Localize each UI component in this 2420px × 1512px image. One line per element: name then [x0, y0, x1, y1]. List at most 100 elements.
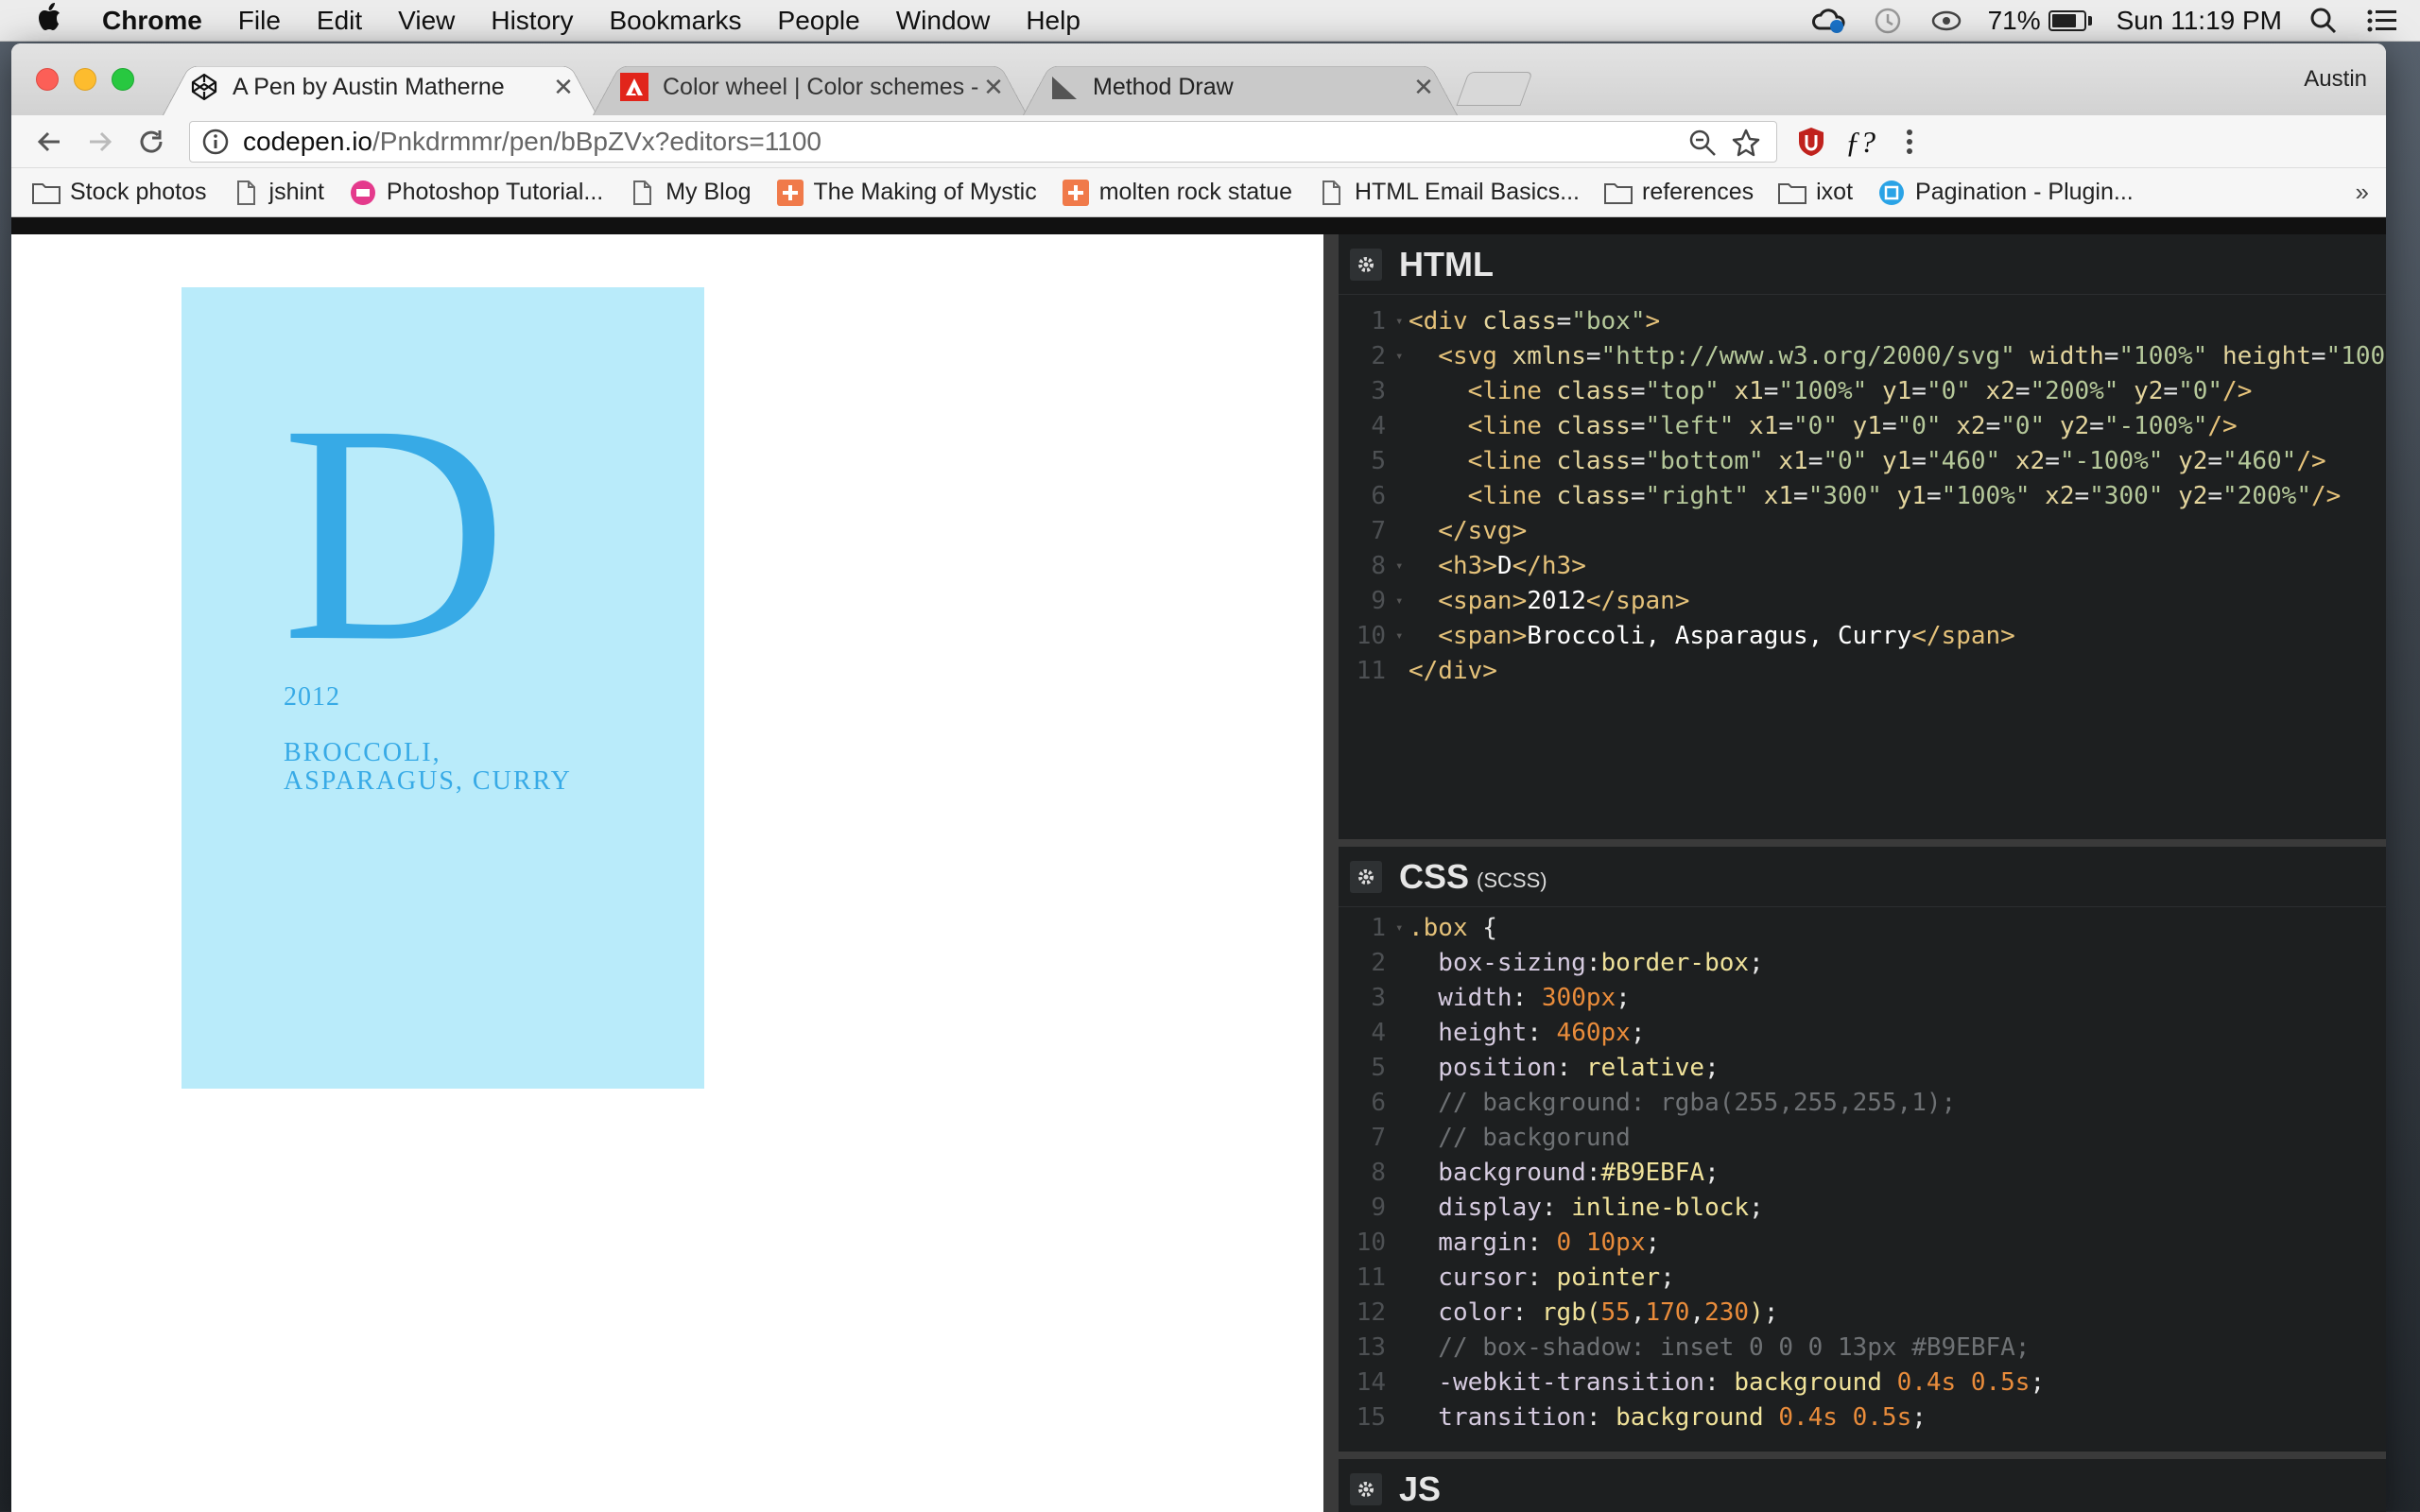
- html-code-editor[interactable]: 1 ▾ <div class = "box" >2 ▾ <svg xmlns = "http:/…: [1339, 295, 2386, 689]
- css-code-editor[interactable]: 1 ▾ .box {2 box-sizing: border-box; 3 width:…: [1339, 907, 2386, 1436]
- code-line[interactable]: 16 margin:2em 20%;: [1339, 1435, 2386, 1436]
- code-line[interactable]: 8 background: #B9EBFA;: [1339, 1156, 2386, 1191]
- tab-method-draw[interactable]: Method Draw ✕: [1023, 59, 1458, 115]
- menu-window[interactable]: Window: [878, 6, 1009, 36]
- code-line[interactable]: 11 </div>: [1339, 654, 2386, 689]
- fold-arrow-icon[interactable]: ▾: [1395, 584, 1409, 619]
- bookmark-jshint[interactable]: jshint: [232, 179, 324, 206]
- time-machine-icon[interactable]: [1871, 7, 1905, 35]
- whatfont-extension-icon[interactable]: ƒ?: [1841, 123, 1879, 161]
- bookmark-star-icon[interactable]: [1731, 128, 1761, 164]
- bookmark-ixot[interactable]: ixot: [1778, 179, 1853, 206]
- bookmark-stock-photos[interactable]: Stock photos: [32, 179, 207, 206]
- bookmarks-overflow-button[interactable]: »: [2356, 178, 2369, 207]
- code-line[interactable]: 8 ▾ <h3> D </h3>: [1339, 549, 2386, 584]
- apple-menu-icon[interactable]: [21, 2, 78, 39]
- fold-arrow-icon[interactable]: ▾: [1395, 339, 1409, 374]
- code-line[interactable]: 9 display: inline-block;: [1339, 1191, 2386, 1226]
- code-line[interactable]: 3 <line class = "top" x1 = "100%" y1 = "0" x2 =…: [1339, 374, 2386, 409]
- bookmark-photoshop-tutorial[interactable]: Photoshop Tutorial...: [349, 179, 603, 206]
- code-token: "460": [1926, 447, 2001, 475]
- sync-icon[interactable]: [1929, 7, 1963, 35]
- tab-codepen[interactable]: A Pen by Austin Matherne ✕: [163, 59, 597, 115]
- profile-name[interactable]: Austin: [2304, 66, 2367, 93]
- code-line[interactable]: 6 // background: rgba(255,255,255,1);: [1339, 1086, 2386, 1121]
- menu-bookmarks[interactable]: Bookmarks: [591, 6, 759, 36]
- new-tab-button[interactable]: [1456, 72, 1533, 106]
- code-line[interactable]: 4 <line class = "left" x1 = "0" y1 = "0" x2 = "0…: [1339, 409, 2386, 444]
- js-settings-gear-icon[interactable]: [1350, 1472, 1382, 1505]
- editor-resize-handle[interactable]: [1323, 234, 1339, 1512]
- fold-arrow-icon[interactable]: ▾: [1395, 619, 1409, 654]
- code-line[interactable]: 14 -webkit-transition: background 0.4s 0…: [1339, 1366, 2386, 1400]
- code-line[interactable]: 3 width: 300px;: [1339, 981, 2386, 1016]
- html-settings-gear-icon[interactable]: [1350, 248, 1382, 281]
- tab-close-icon[interactable]: ✕: [1410, 73, 1437, 102]
- reload-button[interactable]: [132, 123, 170, 161]
- menu-edit[interactable]: Edit: [299, 6, 380, 36]
- battery-status[interactable]: 71%: [1988, 6, 2092, 36]
- css-editor-pane: CSS (SCSS) 1 ▾ .box {2 box-sizing: border-b…: [1339, 847, 2386, 1452]
- fold-arrow-icon[interactable]: ▾: [1395, 304, 1409, 339]
- menu-app-chrome[interactable]: Chrome: [78, 6, 220, 36]
- pane-resize-handle[interactable]: [1339, 1452, 2386, 1459]
- code-token: "0": [1793, 412, 1838, 440]
- clock[interactable]: Sun 11:19 PM: [2117, 6, 2282, 36]
- notification-center-icon[interactable]: [2365, 7, 2399, 35]
- code-line[interactable]: 11 cursor: pointer;: [1339, 1261, 2386, 1296]
- code-line[interactable]: 10 ▾ <span> Broccoli, Asparagus, Curry </sp…: [1339, 619, 2386, 654]
- menu-help[interactable]: Help: [1008, 6, 1098, 36]
- code-line[interactable]: 2 box-sizing: border-box;: [1339, 946, 2386, 981]
- code-line[interactable]: 5 position: relative;: [1339, 1051, 2386, 1086]
- close-window-button[interactable]: [36, 68, 59, 91]
- code-line[interactable]: 7 // backgorund: [1339, 1121, 2386, 1156]
- code-line[interactable]: 12 color: rgb(55, 170, 230);: [1339, 1296, 2386, 1331]
- code-token: ;: [1749, 949, 1764, 977]
- code-line[interactable]: 9 ▾ <span> 2012 </span>: [1339, 584, 2386, 619]
- chrome-menu-icon[interactable]: [1891, 123, 1928, 161]
- zoom-window-button[interactable]: [112, 68, 134, 91]
- code-line[interactable]: 6 <line class = "right" x1 = "300" y1 = "100%"…: [1339, 479, 2386, 514]
- spotlight-search-icon[interactable]: [2307, 7, 2341, 35]
- code-token: y2: [2045, 412, 2090, 440]
- tab-close-icon[interactable]: ✕: [550, 73, 577, 102]
- code-token: <span>: [1409, 587, 1528, 615]
- code-token: =: [2074, 482, 2090, 510]
- code-line[interactable]: 5 <line class = "bottom" x1 = "0" y1 = "460" x…: [1339, 444, 2386, 479]
- ublock-extension-icon[interactable]: [1792, 123, 1830, 161]
- menu-history[interactable]: History: [473, 6, 591, 36]
- code-line[interactable]: 13 // box-shadow: inset 0 0 0 13px #B9EB…: [1339, 1331, 2386, 1366]
- address-bar[interactable]: codepen.io/Pnkdrmmr/pen/bBpZVx?editors=1…: [189, 121, 1777, 163]
- bookmark-my-blog[interactable]: My Blog: [628, 179, 752, 206]
- fold-arrow-icon[interactable]: ▾: [1395, 911, 1409, 946]
- code-token: "top": [1645, 377, 1720, 405]
- fold-arrow-icon: [1395, 1156, 1409, 1191]
- bookmark-html-email-basics[interactable]: HTML Email Basics...: [1317, 179, 1580, 206]
- zoom-icon[interactable]: [1687, 128, 1718, 164]
- site-info-icon[interactable]: [201, 128, 230, 156]
- bookmark-molten-rock-statue[interactable]: molten rock statue: [1062, 179, 1292, 206]
- bookmark-pagination-plugin[interactable]: Pagination - Plugin...: [1877, 179, 2134, 206]
- tab-color-wheel[interactable]: Color wheel | Color schemes - ✕: [593, 59, 1028, 115]
- forward-button[interactable]: [81, 123, 119, 161]
- preview-box[interactable]: D 2012 Broccoli, Asparagus, Curry: [182, 287, 704, 1089]
- code-line[interactable]: 1 ▾ <div class = "box" >: [1339, 304, 2386, 339]
- bookmark-making-of-mystic[interactable]: The Making of Mystic: [776, 179, 1037, 206]
- code-line[interactable]: 1 ▾ .box {: [1339, 911, 2386, 946]
- code-line[interactable]: 15 transition: background 0.4s 0.5s;: [1339, 1400, 2386, 1435]
- menu-file[interactable]: File: [220, 6, 299, 36]
- menu-people[interactable]: People: [760, 6, 878, 36]
- code-line[interactable]: 4 height: 460px;: [1339, 1016, 2386, 1051]
- code-line[interactable]: 10 margin: 0 10px;: [1339, 1226, 2386, 1261]
- fold-arrow-icon[interactable]: ▾: [1395, 549, 1409, 584]
- minimize-window-button[interactable]: [74, 68, 96, 91]
- menu-view[interactable]: View: [380, 6, 473, 36]
- bookmark-references[interactable]: references: [1604, 179, 1754, 206]
- tab-close-icon[interactable]: ✕: [980, 73, 1007, 102]
- creative-cloud-icon[interactable]: [1811, 7, 1846, 35]
- pane-resize-handle[interactable]: [1339, 839, 2386, 847]
- code-line[interactable]: 2 ▾ <svg xmlns = "http://www.w3.org/2000/sv…: [1339, 339, 2386, 374]
- back-button[interactable]: [30, 123, 68, 161]
- code-line[interactable]: 7 </svg>: [1339, 514, 2386, 549]
- css-settings-gear-icon[interactable]: [1350, 860, 1382, 893]
